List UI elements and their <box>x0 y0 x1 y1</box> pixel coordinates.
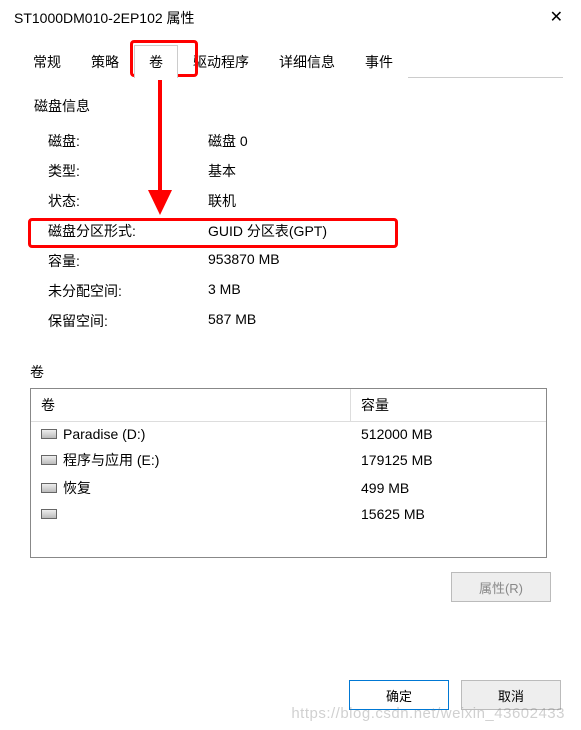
column-header-capacity[interactable]: 容量 <box>351 389 546 421</box>
volume-name: Paradise (D:) <box>63 426 145 442</box>
info-label: 磁盘: <box>48 131 208 151</box>
volumes-header-row: 卷 容量 <box>31 389 546 422</box>
volumes-header: 卷 <box>30 362 547 382</box>
properties-button: 属性(R) <box>451 572 551 602</box>
info-value: 磁盘 0 <box>208 131 547 151</box>
info-row-status: 状态: 联机 <box>34 186 547 216</box>
tab-events[interactable]: 事件 <box>350 45 408 78</box>
list-item[interactable]: 15625 MB <box>31 502 546 526</box>
info-value: 3 MB <box>208 281 547 301</box>
window-title: ST1000DM010-2EP102 属性 <box>14 8 195 28</box>
info-label: 类型: <box>48 161 208 181</box>
info-value: 587 MB <box>208 311 547 331</box>
drive-icon <box>41 455 57 465</box>
volumes-listbox: 卷 容量 Paradise (D:) 512000 MB 程序与应用 (E:) … <box>30 388 547 558</box>
info-row-type: 类型: 基本 <box>34 156 547 186</box>
info-value: 953870 MB <box>208 251 547 271</box>
info-row-capacity: 容量: 953870 MB <box>34 246 547 276</box>
info-label: 状态: <box>48 191 208 211</box>
drive-icon <box>41 509 57 519</box>
info-value: 基本 <box>208 161 547 181</box>
list-item[interactable]: 恢复 499 MB <box>31 474 546 502</box>
info-label: 磁盘分区形式: <box>48 221 208 241</box>
list-item[interactable]: 程序与应用 (E:) 179125 MB <box>31 446 546 474</box>
info-label: 未分配空间: <box>48 281 208 301</box>
ok-button[interactable]: 确定 <box>349 680 449 710</box>
info-row-disk: 磁盘: 磁盘 0 <box>34 126 547 156</box>
tab-policies[interactable]: 策略 <box>76 45 134 78</box>
info-value: GUID 分区表(GPT) <box>208 221 547 241</box>
tab-strip: 常规 策略 卷 驱动程序 详细信息 事件 <box>18 44 563 78</box>
info-label: 保留空间: <box>48 311 208 331</box>
tab-details[interactable]: 详细信息 <box>264 45 350 78</box>
tab-driver[interactable]: 驱动程序 <box>178 45 264 78</box>
volumes-list[interactable]: Paradise (D:) 512000 MB 程序与应用 (E:) 17912… <box>31 422 546 557</box>
tab-volumes[interactable]: 卷 <box>134 45 178 78</box>
info-row-partition-style: 磁盘分区形式: GUID 分区表(GPT) <box>34 216 547 246</box>
drive-icon <box>41 483 57 493</box>
volume-capacity: 179125 MB <box>351 448 546 472</box>
volume-capacity: 15625 MB <box>351 502 546 526</box>
volume-capacity: 512000 MB <box>351 422 546 446</box>
close-icon[interactable]: ✕ <box>544 8 569 28</box>
volume-name: 程序与应用 (E:) <box>63 450 159 470</box>
info-label: 容量: <box>48 251 208 271</box>
info-row-unallocated: 未分配空间: 3 MB <box>34 276 547 306</box>
list-item[interactable]: Paradise (D:) 512000 MB <box>31 422 546 446</box>
volume-capacity: 499 MB <box>351 476 546 500</box>
column-header-volume[interactable]: 卷 <box>31 389 351 421</box>
tab-general[interactable]: 常规 <box>18 45 76 78</box>
info-row-reserved: 保留空间: 587 MB <box>34 306 547 336</box>
volume-name: 恢复 <box>63 478 91 498</box>
drive-icon <box>41 429 57 439</box>
disk-info-header: 磁盘信息 <box>34 96 547 116</box>
info-value: 联机 <box>208 191 547 211</box>
cancel-button[interactable]: 取消 <box>461 680 561 710</box>
